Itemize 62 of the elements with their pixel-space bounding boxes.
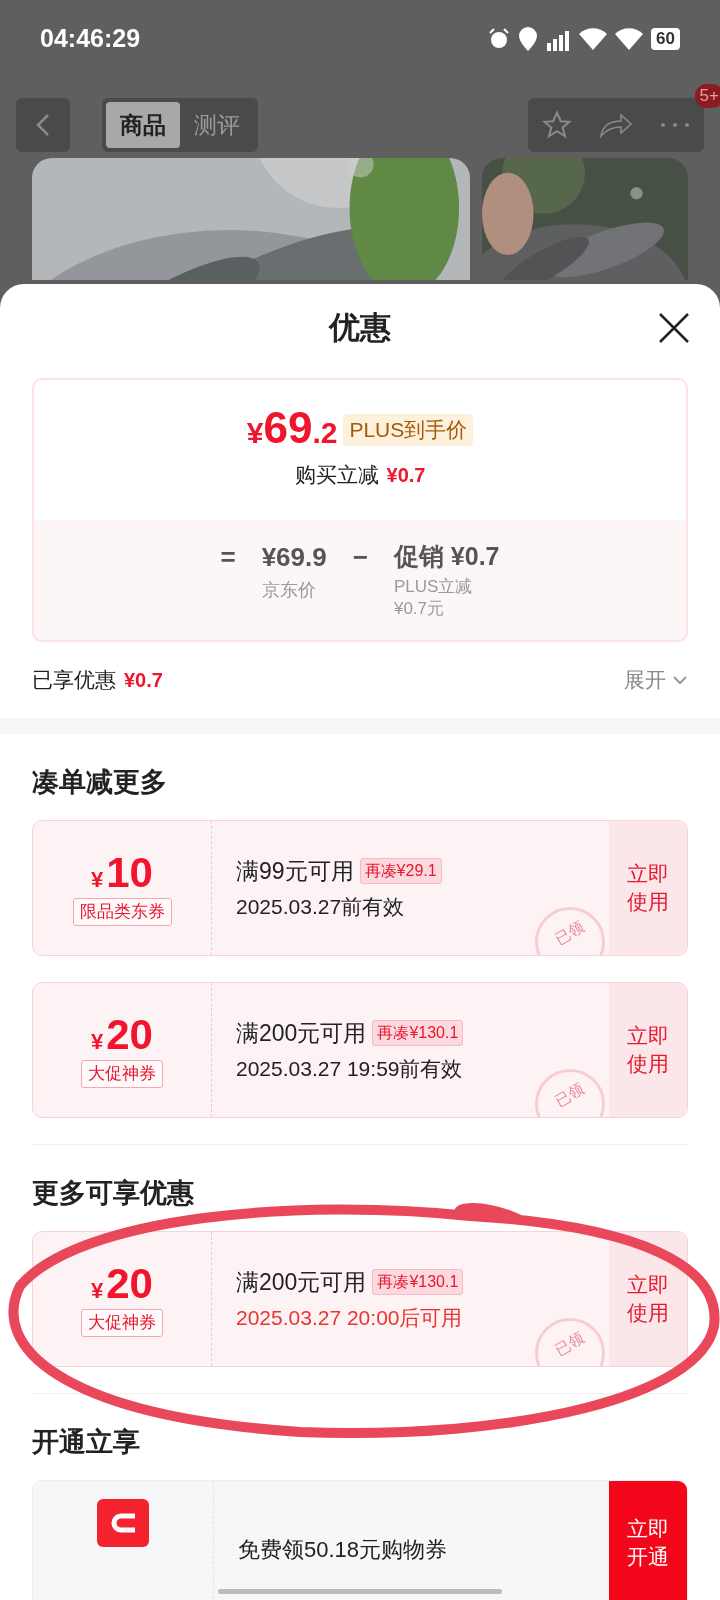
back-icon <box>36 113 50 137</box>
offer-text: 免费领50.18元购物券 <box>238 1537 448 1562</box>
use-now-button[interactable]: 立即使用 <box>609 983 687 1117</box>
price-integer: 69 <box>263 404 313 452</box>
coupon-condition: 满99元可用 <box>236 857 354 886</box>
sheet-title: 优惠 <box>329 308 391 347</box>
base-price-label: 京东价 <box>261 579 317 602</box>
claimed-stamp: 已领 <box>535 907 605 955</box>
notification-badge: 5+ <box>694 84 720 108</box>
coupon-amount: 20 <box>106 1261 153 1308</box>
coupon-amount: 20 <box>106 1012 153 1059</box>
promo-amount: 促销 ¥0.7 <box>393 541 500 572</box>
gap-tag: 再凑¥29.1 <box>359 858 442 885</box>
coupon-type: 限品类东券 <box>72 898 172 926</box>
status-time: 04:46:29 <box>40 23 141 55</box>
coupon-type: 大促神券 <box>81 1309 163 1337</box>
validity-text: 2025.03.27 20:00后可用 <box>236 1304 464 1331</box>
promo-detail: ¥0.7元 <box>393 597 445 620</box>
back-button[interactable] <box>16 98 70 152</box>
enjoyed-label: 已享优惠 <box>32 667 116 694</box>
enjoyed-amount: ¥0.7 <box>124 668 163 693</box>
use-now-button[interactable]: 立即使用 <box>609 821 687 955</box>
use-now-button[interactable]: 立即使用 <box>609 1232 687 1366</box>
minus-sign: − <box>352 541 368 574</box>
price-decimal: .2 <box>312 415 338 451</box>
gap-tag: 再凑¥130.1 <box>372 1269 464 1296</box>
section-title: 凑单减更多 <box>32 765 167 799</box>
currency-sign: ¥ <box>91 1028 104 1057</box>
tab[interactable]: 测评 <box>180 102 254 148</box>
gap-tag: 再凑¥130.1 <box>372 1020 464 1047</box>
coupon-condition: 满200元可用 <box>236 1268 367 1297</box>
section-title: 更多可享优惠 <box>32 1176 194 1210</box>
currency-sign: ¥ <box>91 866 104 895</box>
close-icon[interactable] <box>658 312 690 344</box>
card-icon <box>97 1499 149 1547</box>
share-icon[interactable] <box>599 112 633 138</box>
promo-label: PLUS立减 <box>393 575 474 598</box>
validity-text: 2025.03.27 19:59前有效 <box>236 1055 464 1082</box>
activate-button[interactable]: 立即开通 <box>609 1481 687 1600</box>
equals-sign: = <box>220 541 236 574</box>
star-icon[interactable] <box>541 110 572 140</box>
wifi-icon <box>579 28 608 50</box>
more-icon[interactable] <box>660 122 691 128</box>
claimed-stamp: 已领 <box>535 1318 605 1366</box>
base-price: ¥69.9 <box>261 541 327 574</box>
coupon-condition: 满200元可用 <box>236 1019 367 1048</box>
location-icon <box>519 27 538 51</box>
tab[interactable]: 商品 <box>106 102 180 148</box>
reduction-amount: ¥0.7 <box>386 462 426 488</box>
reduction-label: 购买立减 <box>294 462 379 488</box>
currency-sign: ¥ <box>246 416 264 451</box>
expand-button[interactable]: 展开 <box>624 664 688 696</box>
currency-sign: ¥ <box>91 1277 104 1306</box>
validity-text: 2025.03.27前有效 <box>236 893 406 920</box>
coupon-type: 大促神券 <box>81 1060 163 1088</box>
coupon-amount: 10 <box>106 850 153 897</box>
chevron-down-icon <box>672 675 688 685</box>
section-title: 开通立享 <box>32 1425 140 1459</box>
plus-price-tag: PLUS到手价 <box>343 413 474 446</box>
claimed-stamp: 已领 <box>535 1069 605 1117</box>
wifi-icon <box>615 28 644 50</box>
battery-level: 60 <box>651 28 680 50</box>
